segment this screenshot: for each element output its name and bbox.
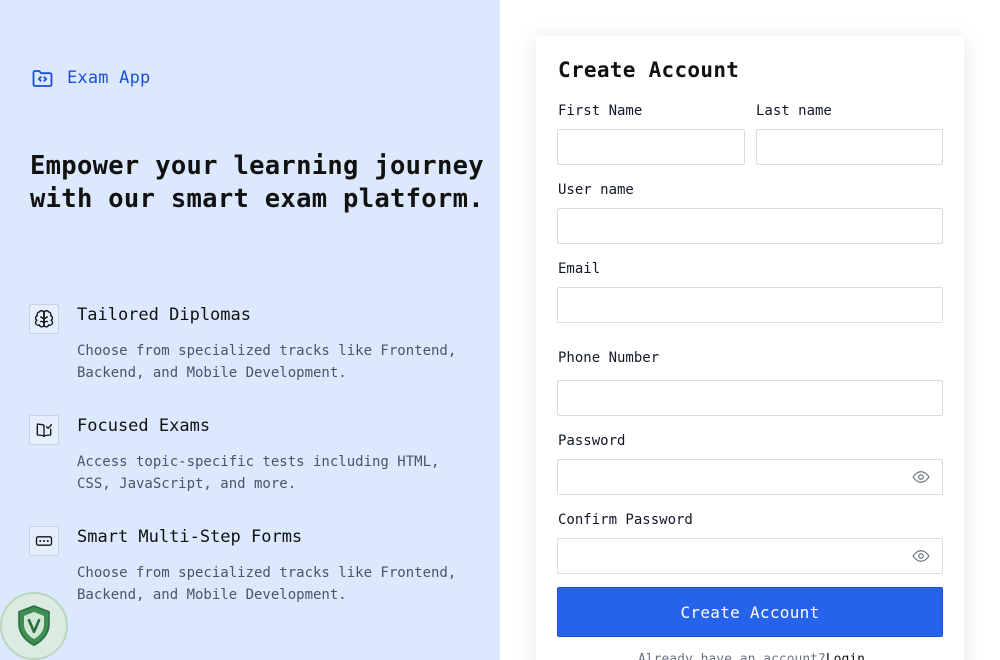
first-name-field[interactable] (557, 129, 745, 165)
shield-logo-watermark (0, 592, 68, 660)
feature-title: Focused Exams (77, 416, 211, 436)
feature-icon-box (29, 526, 59, 556)
eye-icon[interactable] (912, 470, 930, 484)
login-prompt-text: Already have an account? (638, 652, 826, 660)
feature-icon-box (29, 304, 59, 334)
first-name-label: First Name (558, 103, 643, 119)
phone-field[interactable] (557, 380, 943, 416)
form-input-icon (35, 536, 53, 546)
email-field[interactable] (557, 287, 943, 323)
username-field[interactable] (557, 208, 943, 244)
login-link[interactable]: Login (826, 652, 865, 660)
email-label: Email (558, 261, 601, 277)
eye-icon[interactable] (912, 549, 930, 563)
brain-icon (34, 310, 54, 328)
phone-label: Phone Number (558, 350, 660, 366)
login-prompt: Already have an account?Login (638, 652, 865, 660)
form-title: Create Account (558, 58, 740, 82)
password-label: Password (558, 433, 626, 449)
confirm-password-label: Confirm Password (558, 512, 693, 528)
folder-code-icon (32, 70, 53, 87)
brand[interactable]: Exam App (30, 66, 150, 90)
left-panel: Exam App Empower your learning journey w… (0, 0, 500, 660)
create-account-button[interactable]: Create Account (557, 587, 943, 637)
shield-icon (18, 605, 50, 647)
feature-description: Access topic-specific tests including HT… (77, 454, 440, 492)
book-check-icon (36, 423, 53, 437)
last-name-label: Last name (756, 103, 832, 119)
brand-name: Exam App (67, 68, 151, 88)
feature-description: Choose from specialized tracks like Fron… (77, 565, 457, 603)
feature-icon-box (29, 415, 59, 445)
confirm-password-field[interactable] (557, 538, 943, 574)
username-label: User name (558, 182, 634, 198)
feature-description: Choose from specialized tracks like Fron… (77, 343, 457, 381)
hero-headline: Empower your learning journey with our s… (30, 151, 484, 214)
password-field[interactable] (557, 459, 943, 495)
feature-title: Tailored Diplomas (77, 305, 251, 325)
last-name-field[interactable] (756, 129, 943, 165)
feature-title: Smart Multi-Step Forms (77, 527, 303, 547)
